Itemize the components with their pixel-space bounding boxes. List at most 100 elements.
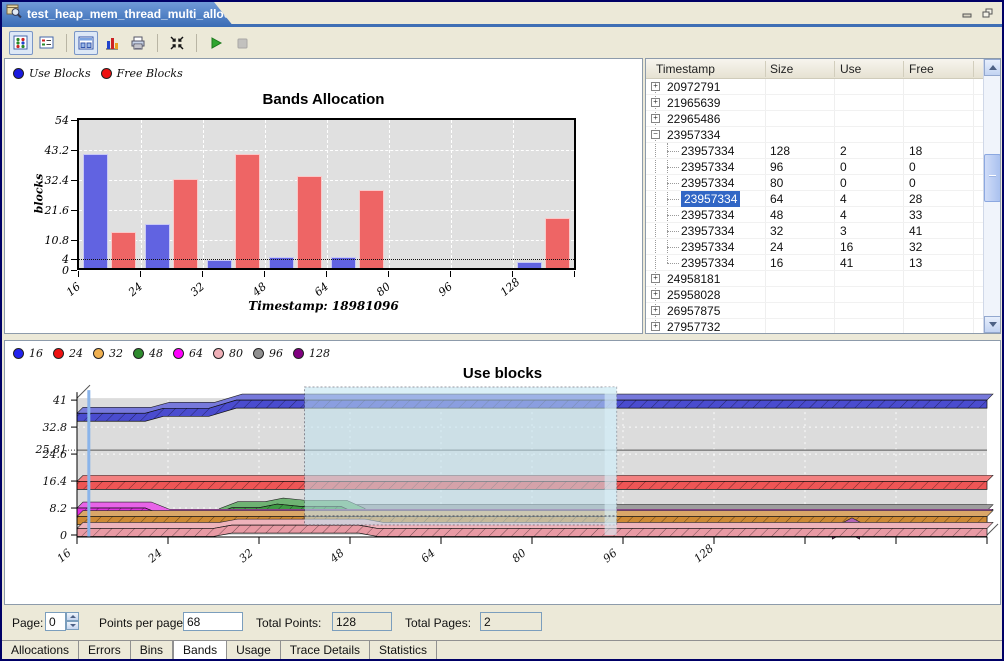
expand-icon[interactable]: + [651, 290, 660, 299]
bands-legend-swatch-icon [13, 68, 24, 79]
free-bar-64[interactable] [359, 190, 384, 268]
bands-y-axis-label: blocks [32, 174, 45, 214]
selection-region[interactable] [305, 387, 617, 525]
free-bar-24[interactable] [173, 179, 198, 268]
timestamp-cell: 23957334 [681, 143, 734, 159]
use-cell: 41 [840, 255, 853, 271]
expand-icon[interactable]: + [651, 98, 660, 107]
free-bar-16[interactable] [111, 232, 136, 268]
table-row[interactable]: +25958028 [646, 287, 984, 303]
free-cell: 32 [909, 239, 922, 255]
grid-view-icon[interactable] [9, 31, 33, 55]
tab-trace-details[interactable]: Trace Details [281, 641, 370, 659]
tab-statistics[interactable]: Statistics [370, 641, 437, 659]
table-row[interactable]: +21965639 [646, 95, 984, 111]
tree-guide-stub [667, 247, 679, 248]
stop-icon[interactable] [230, 31, 254, 55]
table-row[interactable]: +26957875 [646, 303, 984, 319]
tree-guide-stub [667, 183, 679, 184]
table-row[interactable]: +24958181 [646, 271, 984, 287]
bands-legend-item: Free Blocks [101, 67, 183, 80]
list-view-icon[interactable] [35, 31, 59, 55]
table-row[interactable]: −23957334 [646, 127, 984, 143]
use-bar-128[interactable] [517, 262, 542, 268]
table-row[interactable]: +20972791 [646, 79, 984, 95]
scrollbar-thumb[interactable] [984, 154, 1001, 202]
header-separator [834, 61, 835, 77]
timestamp-cell: 25958028 [667, 287, 720, 303]
free-bar-48[interactable] [297, 176, 322, 268]
restore-icon[interactable] [982, 6, 994, 24]
free-cell: 33 [909, 207, 922, 223]
tab-allocations[interactable]: Allocations [2, 641, 79, 659]
minimize-icon[interactable] [962, 6, 974, 24]
page-spinner[interactable] [66, 612, 79, 631]
use-bar-32[interactable] [207, 260, 232, 268]
bands-legend-label: Free Blocks [117, 67, 183, 80]
toolbar [2, 27, 1002, 58]
fit-to-window-icon[interactable] [165, 31, 189, 55]
tree-guide-stub [667, 199, 679, 200]
use-bar-16[interactable] [83, 154, 108, 268]
expand-icon[interactable]: + [651, 306, 660, 315]
bands-plot-area[interactable] [78, 119, 575, 269]
spinner-down-icon[interactable] [66, 621, 79, 630]
table-header[interactable]: Timestamp Size Use Free [646, 59, 984, 79]
total-points-value: 128 [332, 612, 392, 631]
chart-window-icon[interactable] [74, 31, 98, 55]
view-tab-title: test_heap_mem_thread_multi_alloc [27, 7, 230, 21]
y-tick-label: 54 [55, 114, 69, 127]
free-bar-32[interactable] [235, 154, 260, 268]
column-header-free[interactable]: Free [909, 62, 934, 76]
y-tick-label: 32.8 [43, 421, 68, 434]
x-tick-label: 64 [312, 280, 331, 299]
size-cell: 128 [770, 143, 790, 159]
y-tick-mark [71, 270, 77, 271]
use-cell: 4 [840, 191, 847, 207]
column-header-size[interactable]: Size [770, 62, 793, 76]
toolbar-separator [157, 34, 158, 52]
table-row[interactable]: 23957334128218 [646, 143, 984, 159]
expand-icon[interactable]: + [651, 82, 660, 91]
points-per-page-input[interactable]: 68 [183, 612, 243, 631]
table-row[interactable]: +27957732 [646, 319, 984, 334]
spinner-up-icon[interactable] [66, 612, 79, 621]
page-value-box[interactable]: 0 [45, 612, 66, 631]
table-row[interactable]: +22965486 [646, 111, 984, 127]
use-cell: 3 [840, 223, 847, 239]
run-icon[interactable] [204, 31, 228, 55]
bands-x-axis-label: Timestamp: 18981096 [5, 299, 642, 313]
table-row[interactable]: 239573349600 [646, 159, 984, 175]
table-row[interactable]: 2395733464428 [646, 191, 984, 207]
table-row[interactable]: 2395733432341 [646, 223, 984, 239]
table-row[interactable]: 2395733448433 [646, 207, 984, 223]
y-tick-label: 10.8 [45, 234, 70, 247]
expand-icon[interactable]: + [651, 274, 660, 283]
table-row[interactable]: 239573348000 [646, 175, 984, 191]
print-icon[interactable] [126, 31, 150, 55]
table-scrollbar[interactable] [983, 59, 1000, 333]
use-plot-area[interactable]: 4132.824.616.48.2025.8116243248648096128 [5, 341, 1000, 581]
bar-group-48 [265, 120, 327, 268]
y-tick-label: 41 [52, 394, 67, 407]
tab-errors[interactable]: Errors [79, 641, 131, 659]
table-row[interactable]: 23957334241632 [646, 239, 984, 255]
bar-chart-icon[interactable] [100, 31, 124, 55]
expand-icon[interactable]: + [651, 322, 660, 331]
column-header-timestamp[interactable]: Timestamp [656, 62, 715, 76]
tab-usage[interactable]: Usage [227, 641, 281, 659]
y-tick-label: 8.2 [50, 502, 68, 515]
view-tab[interactable]: test_heap_mem_thread_multi_alloc ✕ [2, 2, 234, 27]
table-row[interactable]: 23957334164113 [646, 255, 984, 271]
free-bar-128[interactable] [545, 218, 570, 268]
use-bar-24[interactable] [145, 224, 170, 268]
collapse-icon[interactable]: − [651, 130, 660, 139]
expand-icon[interactable]: + [651, 114, 660, 123]
scroll-up-icon[interactable] [984, 59, 1001, 76]
scroll-down-icon[interactable] [984, 316, 1001, 333]
x-tick-label: 80 [510, 546, 529, 565]
x-tick-label: 64 [419, 546, 438, 565]
tab-bins[interactable]: Bins [131, 641, 173, 659]
column-header-use[interactable]: Use [840, 62, 861, 76]
tab-bands[interactable]: Bands [173, 641, 227, 659]
